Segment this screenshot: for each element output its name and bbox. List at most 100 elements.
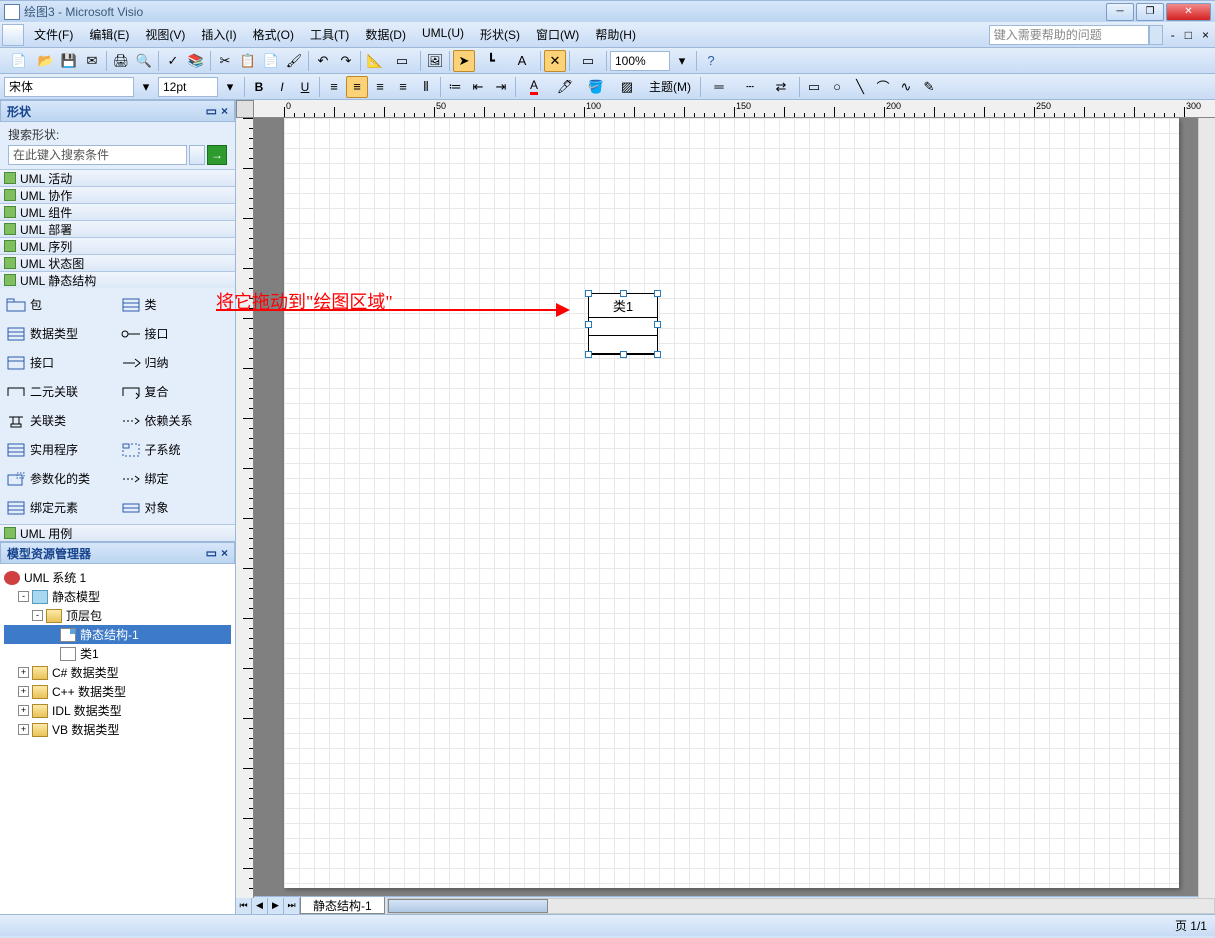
shape-item[interactable]: 绑定 [119, 466, 232, 491]
shape-item[interactable]: 子系统 [119, 437, 232, 462]
tree-node[interactable]: +IDL 数据类型 [4, 701, 231, 720]
text-tool-button[interactable]: A [507, 50, 537, 72]
zoom-dropdown[interactable]: ▾ [671, 50, 693, 72]
panel-menu-button[interactable]: ▭ [206, 546, 217, 560]
menu-item[interactable]: 视图(V) [137, 24, 193, 45]
decrease-indent-button[interactable]: ⇤ [467, 76, 489, 98]
shape-item[interactable]: 接口 [4, 350, 117, 375]
theme-button[interactable]: 主题(M) [643, 76, 697, 98]
align-right-button[interactable]: ≡ [369, 76, 391, 98]
uml-class-shape[interactable]: 类1 [588, 293, 658, 355]
menu-item[interactable]: 工具(T) [302, 24, 357, 45]
align-left-button[interactable]: ≡ [323, 76, 345, 98]
arc-button[interactable]: ⌒ [872, 76, 894, 98]
shape-item[interactable]: 归纳 [119, 350, 232, 375]
resize-handle[interactable] [620, 351, 627, 358]
stencil-uml-usecase[interactable]: UML 用例 [0, 524, 235, 542]
distribute-button[interactable]: ⫴ [415, 76, 437, 98]
shape-item[interactable]: 复合 [119, 379, 232, 404]
panel-close-button[interactable]: × [221, 546, 228, 560]
print-button[interactable]: 🖨 [110, 50, 132, 72]
search-input[interactable]: 在此键入搜索条件 [8, 145, 187, 165]
resize-handle[interactable] [585, 290, 592, 297]
format-painter-button[interactable]: 🖌 [283, 50, 305, 72]
tree-node[interactable]: +C# 数据类型 [4, 663, 231, 682]
font-color-button[interactable]: A [519, 76, 549, 98]
help-button[interactable]: ? [700, 50, 722, 72]
shape-item[interactable]: 依赖关系 [119, 408, 232, 433]
font-dropdown[interactable]: ▾ [135, 76, 157, 98]
redo-button[interactable]: ↷ [335, 50, 357, 72]
cut-button[interactable]: ✂ [214, 50, 236, 72]
close-button[interactable]: ✕ [1166, 3, 1211, 21]
align-center-button[interactable]: ≡ [346, 76, 368, 98]
control-menu-icon[interactable] [2, 24, 24, 46]
tab-last-button[interactable]: ⏭ [284, 898, 300, 914]
font-select[interactable]: 宋体 [4, 77, 134, 97]
vertical-scrollbar[interactable] [1198, 118, 1215, 898]
line-button[interactable]: ╲ [849, 76, 871, 98]
shape-item[interactable]: 绑定元素 [4, 495, 117, 520]
menu-item[interactable]: 插入(I) [193, 24, 244, 45]
menu-item[interactable]: UML(U) [414, 24, 472, 45]
stencil-header[interactable]: UML 活动 [0, 169, 235, 187]
open-button[interactable]: 📂 [35, 50, 57, 72]
doc-minimize-button[interactable]: - [1167, 28, 1179, 42]
increase-indent-button[interactable]: ⇥ [490, 76, 512, 98]
minimize-button[interactable]: ─ [1106, 3, 1134, 21]
shape-item[interactable]: 实用程序 [4, 437, 117, 462]
bold-button[interactable]: B [248, 76, 270, 98]
search-dropdown[interactable] [189, 145, 205, 165]
menu-item[interactable]: 帮助(H) [587, 24, 644, 45]
panel-menu-button[interactable]: ▭ [206, 104, 217, 118]
insert-picture-button[interactable]: 🖼 [424, 50, 446, 72]
new-button[interactable]: 📄 [4, 50, 34, 72]
shape-item[interactable]: 包 [4, 292, 117, 317]
undo-button[interactable]: ↶ [312, 50, 334, 72]
underline-button[interactable]: U [294, 76, 316, 98]
font-size-select[interactable]: 12pt [158, 77, 218, 97]
connector-tool-button[interactable]: ┗ [476, 50, 506, 72]
research-button[interactable]: 📚 [185, 50, 207, 72]
save-button[interactable]: 💾 [58, 50, 80, 72]
doc-restore-button[interactable]: □ [1181, 28, 1196, 42]
tree-root[interactable]: UML 系统 1 [4, 568, 231, 587]
stencil-header[interactable]: UML 序列 [0, 237, 235, 255]
ellipse-button[interactable]: ○ [826, 76, 848, 98]
help-search[interactable]: 键入需要帮助的问题 [989, 25, 1149, 45]
maximize-button[interactable]: ❐ [1136, 3, 1164, 21]
resize-handle[interactable] [654, 351, 661, 358]
canvas-viewport[interactable]: 类1 [254, 118, 1215, 896]
drawing-page[interactable]: 类1 [284, 118, 1179, 888]
resize-handle[interactable] [654, 290, 661, 297]
stencil-header[interactable]: UML 静态结构 [0, 271, 235, 289]
rectangle-tool-button[interactable]: ▭ [573, 50, 603, 72]
search-go-button[interactable]: → [207, 145, 227, 165]
shape-item[interactable]: 接口 [119, 321, 232, 346]
tree-node[interactable]: +VB 数据类型 [4, 720, 231, 739]
tab-prev-button[interactable]: ◀ [252, 898, 268, 914]
line-ends-button[interactable]: ⇄ [766, 76, 796, 98]
stencil-header[interactable]: UML 状态图 [0, 254, 235, 272]
print-preview-button[interactable]: 🔍 [133, 50, 155, 72]
paste-button[interactable]: 📄 [260, 50, 282, 72]
doc-close-button[interactable]: × [1198, 28, 1213, 42]
pointer-tool-button[interactable]: ➤ [453, 50, 475, 72]
design-mode-button[interactable]: 📐 [364, 50, 386, 72]
tree-node[interactable]: -顶层包 [4, 606, 231, 625]
stencil-header[interactable]: UML 部署 [0, 220, 235, 238]
shadow-button[interactable]: ▨ [612, 76, 642, 98]
pencil-button[interactable]: ✎ [918, 76, 940, 98]
menu-item[interactable]: 窗口(W) [528, 24, 587, 45]
zoom-input[interactable]: 100% [610, 51, 670, 71]
font-size-dropdown[interactable]: ▾ [219, 76, 241, 98]
bullets-button[interactable]: ≔ [444, 76, 466, 98]
fill-color-button[interactable]: 🪣 [581, 76, 611, 98]
shape-item[interactable]: 二元关联 [4, 379, 117, 404]
rectangle-button[interactable]: ▭ [803, 76, 825, 98]
menu-item[interactable]: 格式(O) [245, 24, 302, 45]
page-tab[interactable]: 静态结构-1 [300, 897, 385, 914]
resize-handle[interactable] [585, 351, 592, 358]
shapes-button[interactable]: ▭ [387, 50, 417, 72]
spelling-button[interactable]: ✓ [162, 50, 184, 72]
